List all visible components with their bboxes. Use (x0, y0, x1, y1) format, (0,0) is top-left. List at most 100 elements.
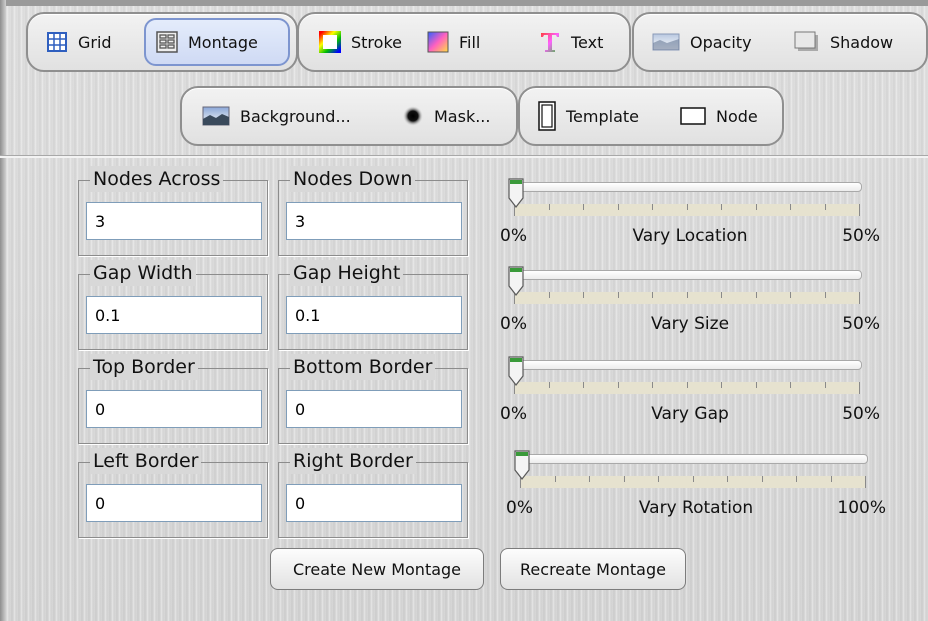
text-button[interactable]: Text (529, 18, 621, 66)
slider-tick (721, 382, 722, 388)
slider-tick (686, 204, 688, 210)
slider-max-label: 100% (837, 498, 886, 518)
slider-tick (686, 292, 688, 298)
slider-tick (686, 382, 688, 388)
vary-rotation-slider[interactable]: 0% Vary Rotation 100% (506, 450, 886, 540)
grid-label: Grid (78, 32, 112, 52)
create-new-montage-button[interactable]: Create New Montage (270, 548, 484, 590)
slider-max-label: 50% (842, 314, 880, 334)
top-border-input[interactable] (86, 390, 262, 428)
slider-tick (548, 292, 550, 298)
slider-tick (589, 476, 590, 482)
toolbar-group-style: Stroke Fill Text (297, 12, 631, 72)
slider-tick-bar (520, 476, 866, 488)
slider-tick (721, 292, 722, 298)
template-icon (538, 101, 556, 131)
background-image-icon (202, 105, 230, 127)
slider-thumb[interactable] (508, 266, 524, 296)
vary-location-slider[interactable]: 0% Vary Location 50% (500, 178, 880, 268)
template-label: Template (566, 106, 640, 126)
slider-tick (617, 204, 619, 210)
bottom-border-label: Bottom Border (290, 354, 436, 380)
opacity-label: Opacity (690, 32, 752, 52)
slider-track[interactable] (514, 360, 862, 370)
bottom-border-input[interactable] (286, 390, 462, 428)
nodes-across-input[interactable] (86, 202, 262, 240)
gap-width-input[interactable] (86, 296, 262, 334)
slider-tick (865, 476, 866, 488)
slider-tick (790, 204, 791, 210)
nodes-down-input[interactable] (286, 202, 462, 240)
nodes-down-label: Nodes Down (290, 166, 416, 192)
slider-tick (859, 204, 860, 216)
toolbar-group-layout: Grid Montage (26, 12, 298, 72)
vary-gap-slider[interactable]: 0% Vary Gap 50% (500, 356, 880, 446)
fill-label: Fill (459, 32, 481, 52)
slider-thumb[interactable] (508, 356, 524, 386)
right-border-input[interactable] (286, 484, 462, 522)
slider-tick (859, 382, 860, 394)
template-button[interactable]: Template (528, 92, 658, 140)
nodes-across-label: Nodes Across (90, 166, 224, 192)
mask-button[interactable]: Mask... (392, 92, 510, 140)
shadow-icon (794, 31, 820, 53)
toolbar-group-image: Background... Mask... (180, 86, 518, 146)
slider-tick (652, 292, 653, 298)
montage-label: Montage (188, 32, 258, 52)
left-border-label: Left Border (90, 448, 202, 474)
slider-tick-bar (514, 382, 860, 394)
top-border-label: Top Border (90, 354, 198, 380)
vary-size-slider[interactable]: 0% Vary Size 50% (500, 266, 880, 356)
grid-icon (46, 31, 68, 53)
node-button[interactable]: Node (670, 92, 770, 140)
slider-tick (824, 292, 826, 298)
slider-tick (583, 292, 584, 298)
slider-tick (692, 476, 694, 482)
slider-tick (583, 382, 584, 388)
slider-tick (796, 476, 797, 482)
slider-tick (652, 204, 653, 210)
slider-thumb[interactable] (514, 450, 530, 480)
slider-tick (830, 476, 832, 482)
slider-tick (554, 476, 556, 482)
mask-label: Mask... (434, 106, 491, 126)
slider-tick (727, 476, 728, 482)
recreate-montage-button[interactable]: Recreate Montage (500, 548, 686, 590)
left-border-input[interactable] (86, 484, 262, 522)
gap-height-field: Gap Height (278, 260, 468, 350)
slider-tick-bar (514, 292, 860, 304)
toolbar-group-effects: Opacity Shadow (632, 12, 928, 72)
slider-tick-bar (514, 204, 860, 216)
background-button[interactable]: Background... (192, 92, 378, 140)
stroke-button[interactable]: Stroke (309, 18, 415, 66)
slider-tick (755, 204, 757, 210)
slider-title: Vary Gap (651, 404, 729, 424)
fill-icon (427, 31, 449, 53)
opacity-button[interactable]: Opacity (642, 18, 772, 66)
node-label: Node (716, 106, 758, 126)
slider-track[interactable] (514, 270, 862, 280)
grid-button[interactable]: Grid (36, 18, 146, 66)
montage-button[interactable]: Montage (144, 18, 290, 66)
toolbar-group-template: Template Node (518, 86, 784, 146)
slider-tick (652, 382, 653, 388)
slider-track[interactable] (520, 454, 868, 464)
fill-button[interactable]: Fill (417, 18, 497, 66)
montage-icon (156, 31, 178, 53)
slider-track[interactable] (514, 182, 862, 192)
slider-title: Vary Location (632, 226, 748, 246)
slider-tick (859, 292, 860, 304)
shadow-button[interactable]: Shadow (784, 18, 920, 66)
slider-tick (790, 292, 791, 298)
slider-tick (548, 204, 550, 210)
shadow-label: Shadow (830, 32, 894, 52)
nodes-down-field: Nodes Down (278, 166, 468, 256)
gap-height-input[interactable] (286, 296, 462, 334)
slider-thumb[interactable] (508, 178, 524, 208)
window-left-edge (0, 0, 6, 621)
slider-tick (824, 382, 826, 388)
right-border-field: Right Border (278, 448, 468, 538)
gap-width-field: Gap Width (78, 260, 268, 350)
slider-title: Vary Rotation (638, 498, 754, 518)
slider-tick (755, 292, 757, 298)
